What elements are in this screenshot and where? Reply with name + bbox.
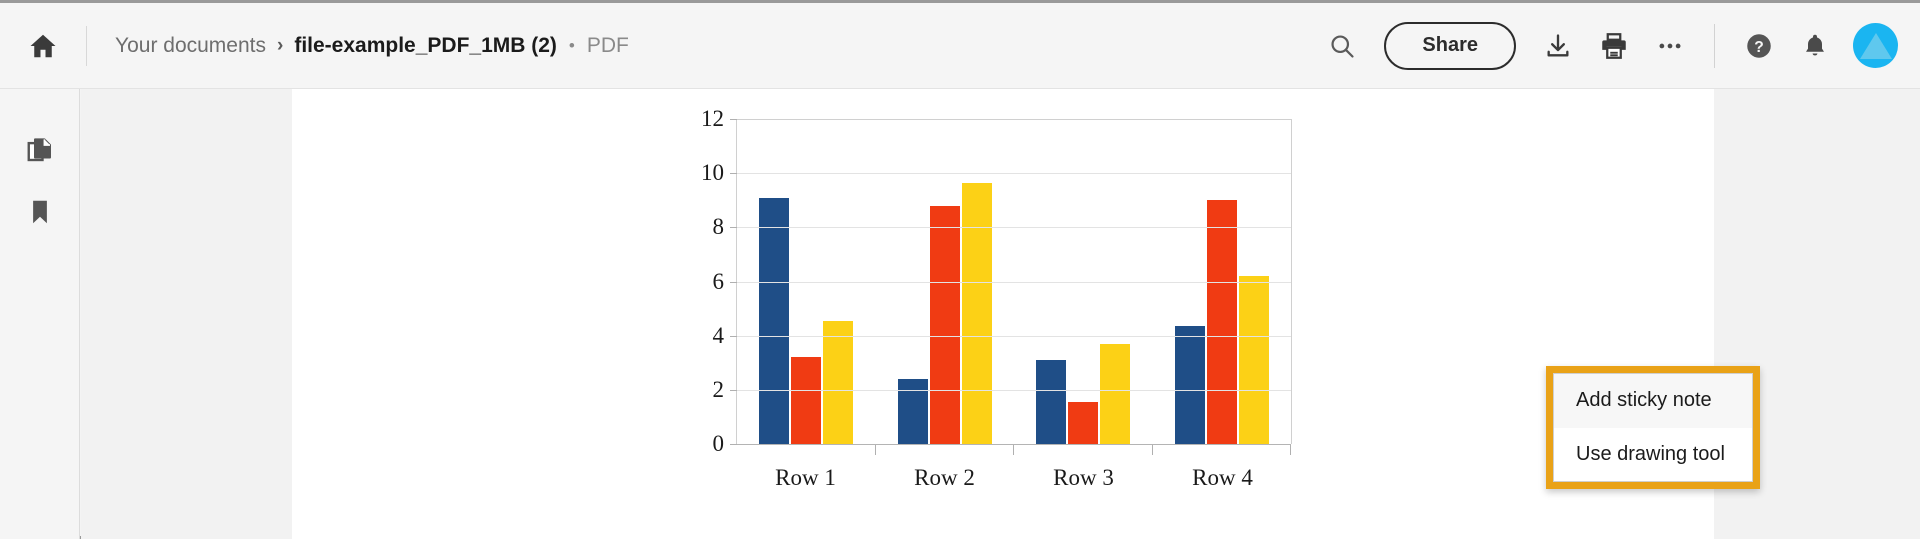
- y-axis-tick-label: 0: [712, 431, 725, 456]
- chart-gridline: [737, 444, 1291, 445]
- pdf-page: 0 2 4 6 8 10 12 Row 1 Row 2 Row 3 Row 4 Add stick…: [292, 89, 1760, 539]
- chart-bar: [961, 182, 992, 444]
- print-icon: [1602, 32, 1626, 59]
- y-axis-labels: 0 2 4 6 8 10 12: [682, 106, 725, 456]
- x-axis-labels: Row 1 Row 2 Row 3 Row 4: [736, 465, 1292, 491]
- y-axis-tick: [730, 444, 737, 445]
- chart-gridline: [737, 335, 1291, 337]
- download-icon: [1547, 33, 1569, 56]
- y-axis-tick-label: 2: [712, 376, 725, 402]
- document-area: 0 2 4 6 8 10 12 Row 1 Row 2 Row 3 Row 4 Add stick…: [81, 89, 1920, 539]
- y-axis-tick-label: 6: [712, 268, 725, 294]
- notifications-button[interactable]: [1787, 18, 1843, 74]
- search-icon: [1331, 34, 1355, 58]
- share-button[interactable]: Share: [1384, 21, 1516, 70]
- print-button[interactable]: [1586, 18, 1642, 74]
- y-axis-tick: [730, 173, 737, 175]
- x-axis-tick-label: Row 2: [914, 465, 975, 490]
- y-axis-tick: [730, 281, 737, 283]
- breadcrumb-filename: file-example_PDF_1MB (2): [294, 33, 557, 57]
- chart-bar: [1036, 360, 1067, 444]
- pages-thumbnails-icon: [27, 138, 51, 162]
- chart-bar: [791, 357, 822, 444]
- chart-gridline: [737, 389, 1291, 391]
- y-axis-tick-label: 4: [712, 322, 725, 348]
- download-button[interactable]: [1530, 18, 1586, 74]
- chart-bar: [929, 205, 960, 444]
- search-button[interactable]: [1314, 18, 1370, 74]
- sidebar-item-thumbnails[interactable]: [0, 119, 80, 181]
- home-button[interactable]: [0, 3, 86, 89]
- menu-item-use-drawing-tool[interactable]: Use drawing tool: [1554, 427, 1752, 481]
- bar-chart: 0 2 4 6 8 10 12 Row 1 Row 2 Row 3 Row 4: [682, 106, 1292, 519]
- y-axis-tick-label: 12: [701, 106, 724, 131]
- sidebar-item-bookmarks[interactable]: [0, 181, 80, 243]
- x-axis-tick-label: Row 4: [1192, 465, 1253, 490]
- y-axis-tick-label: 10: [701, 160, 724, 186]
- y-axis-tick: [730, 389, 737, 391]
- breadcrumb-separator-icon: ›: [277, 34, 284, 56]
- app-header: Your documents › file-example_PDF_1MB (2…: [0, 3, 1920, 89]
- chart-plot-area: [730, 119, 1292, 455]
- header-actions: Share ?: [1314, 3, 1920, 89]
- chart-gridline: [737, 119, 1291, 120]
- chart-bar: [1238, 276, 1269, 444]
- context-menu-inner: Add sticky note Use drawing tool: [1553, 373, 1753, 482]
- y-axis-tick: [730, 227, 737, 229]
- chart-bar: [1206, 200, 1237, 444]
- svg-text:?: ?: [1754, 39, 1764, 56]
- chart-bar: [1068, 402, 1099, 444]
- pdf-viewer-window: Your documents › file-example_PDF_1MB (2…: [0, 0, 1920, 539]
- menu-item-add-sticky-note[interactable]: Add sticky note: [1554, 374, 1752, 428]
- y-axis-tick-label: 8: [712, 214, 725, 240]
- chart-bar: [759, 197, 790, 444]
- home-icon: [30, 34, 56, 57]
- chart-gridline: [737, 227, 1291, 229]
- breadcrumb-root[interactable]: Your documents: [115, 34, 266, 58]
- bookmark-icon: [33, 200, 47, 224]
- y-axis-tick: [730, 119, 737, 120]
- chart-gridline: [737, 281, 1291, 283]
- more-options-button[interactable]: [1642, 18, 1698, 74]
- chart-bar: [897, 379, 928, 444]
- breadcrumb-dot: •: [568, 35, 575, 55]
- help-circle-icon: ?: [1747, 33, 1771, 58]
- chart-bar: [823, 320, 854, 444]
- left-rail: [0, 89, 80, 539]
- more-horizontal-icon: [1659, 43, 1681, 48]
- y-axis-tick: [730, 335, 737, 337]
- avatar[interactable]: [1853, 23, 1898, 68]
- bell-icon: [1806, 34, 1824, 55]
- breadcrumb: Your documents › file-example_PDF_1MB (2…: [115, 34, 629, 58]
- x-axis-tick-label: Row 3: [1053, 465, 1114, 490]
- chart-bar: [1174, 326, 1205, 444]
- chart-bar: [1100, 343, 1131, 444]
- x-axis-tick-label: Row 1: [775, 465, 836, 490]
- annotation-context-menu: Add sticky note Use drawing tool: [1546, 366, 1760, 489]
- chart-gridline: [737, 173, 1291, 175]
- header-divider: [86, 25, 87, 66]
- breadcrumb-filetype: PDF: [586, 33, 629, 57]
- header-actions-divider: [1714, 23, 1715, 68]
- help-button[interactable]: ?: [1731, 18, 1787, 74]
